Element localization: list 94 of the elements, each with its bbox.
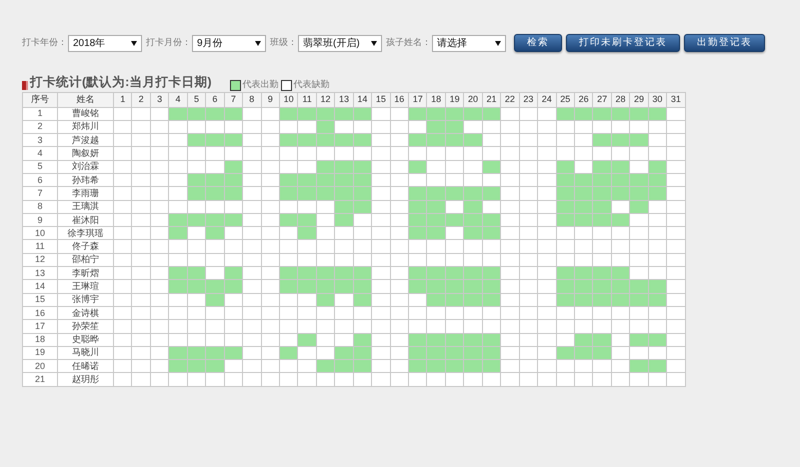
table-cell: 7	[22, 186, 58, 200]
filter-label: 班级：	[270, 36, 297, 50]
filter-label: 打卡年份：	[22, 36, 67, 50]
dropdown-caret-icon	[371, 40, 377, 46]
table-cell: 李昕熠	[58, 266, 114, 280]
table-cell: 1	[22, 107, 58, 120]
column-header: 23	[519, 92, 538, 107]
table-cell: 李雨珊	[58, 186, 114, 200]
dropdown-caret-icon	[255, 40, 261, 46]
table-cell: 曹峻铭	[58, 107, 114, 120]
column-header: 14	[353, 92, 372, 107]
legend-label: 代表出勤	[242, 78, 278, 90]
column-header: 15	[372, 92, 390, 107]
dropdown-select[interactable]: 翡翠班(开启)	[298, 34, 382, 52]
column-header: 8	[242, 92, 261, 107]
column-header: 30	[648, 92, 667, 107]
dropdown-select[interactable]: 9月份	[192, 34, 266, 52]
column-header: 22	[500, 92, 520, 107]
column-header: 3	[150, 92, 169, 107]
table-cell: 2	[22, 120, 58, 134]
table-cell: 赵玥彤	[58, 372, 114, 386]
column-header: 28	[611, 92, 630, 107]
table-cell: 任晞诺	[58, 360, 114, 373]
table-cell: 3	[22, 134, 58, 147]
legend-label: 代表缺勤	[294, 78, 330, 90]
column-header: 2	[132, 92, 150, 107]
table-cell: 孙荣笙	[58, 320, 114, 334]
column-header: 29	[630, 92, 648, 107]
table-cell: 16	[22, 306, 58, 320]
column-header: 1	[114, 92, 132, 107]
table-cell: 19	[22, 346, 58, 360]
column-header: 21	[482, 92, 501, 107]
column-header: 24	[538, 92, 556, 107]
table-cell: 21	[22, 372, 58, 386]
table-cell: 12	[22, 253, 58, 267]
table-cell: 芦浚越	[58, 134, 114, 147]
table-cell: 陶叙妍	[58, 146, 114, 160]
table-cell: 8	[22, 200, 58, 214]
table-cell: 11	[22, 240, 58, 254]
column-header: 25	[556, 92, 574, 107]
table-cell: 张博宇	[58, 293, 114, 306]
table-cell: 13	[22, 266, 58, 280]
table-cell: 郑炜川	[58, 120, 114, 134]
column-header: 6	[206, 92, 224, 107]
table-cell: 史聪晔	[58, 333, 114, 346]
column-header: 序号	[22, 92, 58, 107]
table-cell: 马晓川	[58, 346, 114, 360]
table-cell: 14	[22, 280, 58, 294]
column-header: 12	[316, 92, 335, 107]
column-header: 20	[464, 92, 482, 107]
dropdown-caret-icon	[495, 40, 501, 46]
column-header: 31	[666, 92, 686, 107]
dropdown-caret-icon	[131, 40, 137, 46]
table-cell: 刘治霖	[58, 160, 114, 174]
column-header: 9	[261, 92, 280, 107]
table-cell: 9	[22, 213, 58, 227]
table-cell: 佟子森	[58, 240, 114, 254]
filter-label: 打卡月份：	[146, 36, 191, 50]
table-cell: 6	[22, 173, 58, 187]
column-header: 27	[592, 92, 612, 107]
column-header: 13	[334, 92, 354, 107]
section-title: 打卡统计(默认为:当月打卡日期)	[30, 74, 212, 92]
filter-label: 孩子姓名：	[386, 36, 431, 50]
table-cell: 15	[22, 293, 58, 306]
column-header: 姓名	[58, 92, 114, 107]
column-header: 19	[445, 92, 464, 107]
column-header: 4	[168, 92, 188, 107]
table-cell: 金诗棋	[58, 306, 114, 320]
column-header: 5	[187, 92, 206, 107]
column-header: 11	[298, 92, 316, 107]
table-cell: 邵柏宁	[58, 253, 114, 267]
column-header: 10	[279, 92, 298, 107]
table-cell: 20	[22, 360, 58, 373]
column-header: 7	[224, 92, 243, 107]
column-header: 18	[426, 92, 446, 107]
table-cell: 5	[22, 160, 58, 174]
action-button[interactable]: 检索	[514, 34, 562, 52]
column-header: 16	[390, 92, 408, 107]
table-cell: 17	[22, 320, 58, 334]
table-cell: 王璃淇	[58, 200, 114, 214]
table-cell: 王琳瑄	[58, 280, 114, 294]
action-button[interactable]: 出勤登记表	[684, 34, 765, 52]
column-header: 26	[574, 92, 593, 107]
table-cell: 18	[22, 333, 58, 346]
table-cell: 孙玮希	[58, 173, 114, 187]
action-button[interactable]: 打印未刷卡登记表	[566, 34, 680, 52]
table-cell: 10	[22, 226, 58, 240]
column-header: 17	[408, 92, 427, 107]
dropdown-select[interactable]: 2018年	[68, 34, 142, 52]
table-cell: 4	[22, 146, 58, 160]
table-cell: 徐李琪瑶	[58, 226, 114, 240]
table-cell: 崔沐阳	[58, 213, 114, 227]
dropdown-select[interactable]: 请选择	[432, 34, 506, 52]
section-marker-icon	[22, 81, 28, 90]
